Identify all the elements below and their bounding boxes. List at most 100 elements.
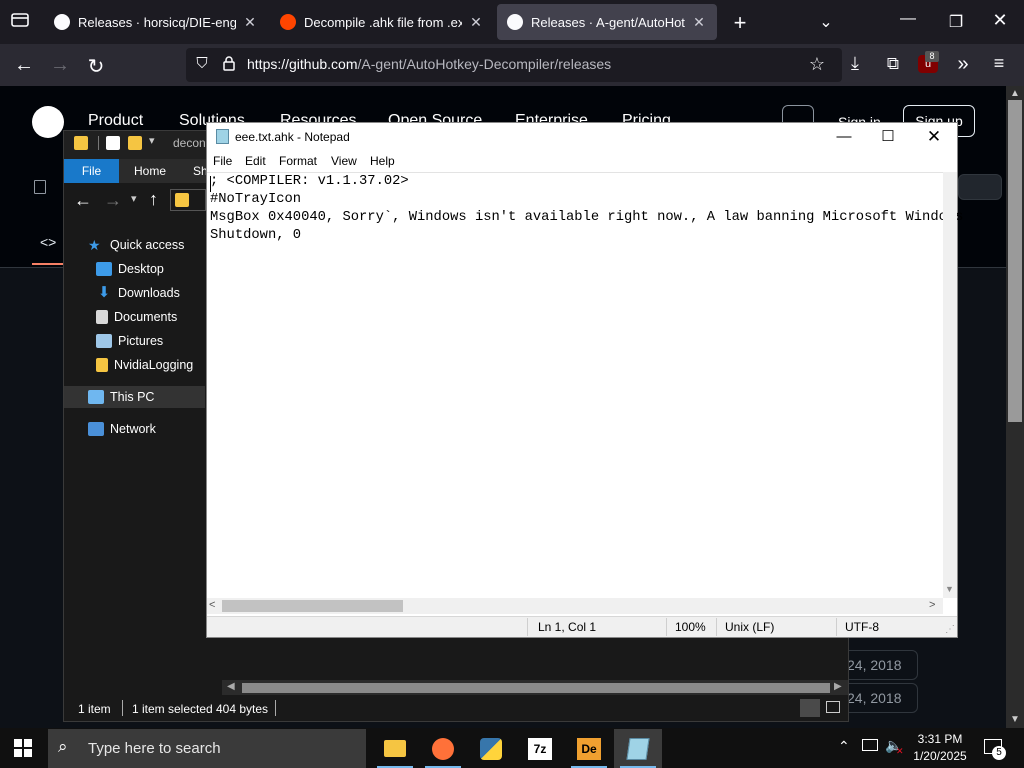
menu-format[interactable]: Format [279, 154, 317, 168]
tab-title: Decompile .ahk file from .exe : r [304, 14, 462, 30]
notepad-close-icon[interactable]: ✕ [911, 123, 957, 151]
scroll-down-arrow-icon[interactable]: ▼ [1010, 714, 1020, 725]
taskbar-python[interactable] [467, 729, 515, 768]
browser-tab-active[interactable]: Releases · A-gent/AutoHotkey-D ✕ [497, 4, 717, 40]
firefox-view-icon[interactable] [8, 12, 32, 33]
scroll-left-arrow-icon[interactable]: < [209, 599, 215, 611]
firefox-icon [432, 737, 454, 760]
restore-icon[interactable]: ❐ [944, 12, 968, 32]
github-logo-icon[interactable] [32, 106, 64, 138]
nav-item-network[interactable]: Network [88, 418, 156, 440]
page-scrollbar-thumb[interactable] [1008, 100, 1022, 422]
nav-item-quick-access[interactable]: ★ Quick access [88, 234, 184, 256]
nav-item-desktop[interactable]: Desktop [96, 258, 164, 280]
notepad-title: eee.txt.ahk - Notepad [235, 130, 350, 144]
lock-icon[interactable] [220, 55, 238, 76]
menu-help[interactable]: Help [370, 154, 395, 168]
taskbar-7zip[interactable]: 7z [516, 729, 564, 768]
resize-grip-icon[interactable]: ⋰ [945, 624, 955, 635]
taskbar-detect-it-easy[interactable]: De [565, 729, 613, 768]
explorer-up-icon[interactable]: ↑ [149, 189, 158, 210]
menu-file[interactable]: File [213, 154, 232, 168]
search-icon: ⌕ [58, 737, 68, 756]
nav-product[interactable]: Product [88, 112, 143, 130]
close-tab-icon[interactable]: ✕ [468, 14, 484, 31]
scroll-up-arrow-icon[interactable]: ▲ [1010, 88, 1020, 99]
new-tab-icon[interactable]: + [728, 10, 752, 36]
nav-item-this-pc[interactable]: This PC [88, 386, 154, 408]
taskbar-clock[interactable]: 3:31 PM 1/20/2025 [904, 731, 976, 765]
large-icons-view-icon[interactable] [826, 701, 840, 713]
taskbar-search-box[interactable]: ⌕ Type here to search [48, 729, 366, 768]
recent-locations-icon[interactable]: ▾ [131, 192, 137, 205]
clock-time: 3:31 PM [917, 732, 963, 746]
url-text[interactable]: https://github.com/A-gent/AutoHotkey-Dec… [247, 56, 611, 72]
status-size: 404 bytes [216, 702, 269, 716]
taskbar-file-explorer[interactable] [371, 729, 419, 768]
scroll-right-arrow-icon[interactable]: ▶ [834, 681, 842, 692]
quick-access-dropdown-icon[interactable]: ▾ [149, 134, 155, 147]
explorer-forward-icon[interactable]: → [104, 190, 122, 211]
taskbar-firefox[interactable] [419, 729, 467, 768]
start-windows-icon[interactable] [14, 739, 32, 762]
nav-item-label: Downloads [118, 286, 180, 300]
new-folder-icon[interactable] [128, 136, 142, 150]
nav-item-documents[interactable]: Documents [96, 306, 177, 328]
notepad-vertical-scrollbar[interactable] [943, 172, 957, 598]
divider [122, 700, 123, 716]
status-encoding: UTF-8 [845, 620, 879, 634]
nav-item-pictures[interactable]: Pictures [96, 330, 163, 352]
notepad-maximize-icon[interactable]: ☐ [865, 123, 911, 151]
close-tab-icon[interactable]: ✕ [691, 14, 707, 31]
reload-icon[interactable]: ↻ [84, 54, 108, 79]
repo-icon [34, 180, 46, 194]
explorer-address-bar[interactable] [170, 189, 206, 211]
nav-item-nvidialogging[interactable]: NvidiaLogging [96, 354, 193, 376]
tray-overflow-chevron-icon[interactable]: ⌃ [838, 738, 850, 755]
explorer-scrollbar-thumb[interactable] [242, 683, 830, 693]
back-icon[interactable]: ← [12, 54, 36, 77]
close-tab-icon[interactable]: ✕ [242, 14, 258, 31]
scroll-right-arrow-icon[interactable]: > [929, 599, 935, 611]
scroll-left-arrow-icon[interactable]: ◀ [227, 681, 235, 692]
nav-item-label: Quick access [110, 238, 185, 252]
scroll-down-arrow-icon[interactable]: ▼ [945, 584, 954, 594]
status-line-ending: Unix (LF) [725, 620, 775, 634]
close-window-icon[interactable]: ✕ [988, 10, 1012, 31]
ribbon-home-tab[interactable]: Home [134, 164, 166, 178]
forward-icon[interactable]: → [48, 54, 72, 77]
clock-date: 1/20/2025 [913, 749, 967, 763]
divider [275, 700, 276, 716]
tab-list-chevron-icon[interactable]: ⌄ [814, 12, 838, 32]
status-item-count: 1 item [78, 702, 111, 716]
taskbar-notepad[interactable] [614, 729, 662, 768]
notepad-app-icon [216, 129, 229, 144]
code-tab-icon[interactable]: <> [40, 234, 56, 250]
menu-hamburger-icon[interactable]: ≡ [988, 53, 1010, 74]
explorer-back-icon[interactable]: ← [74, 190, 92, 211]
notepad-text-area[interactable] [207, 172, 943, 598]
github-favicon-icon [507, 14, 523, 30]
details-view-icon[interactable] [800, 699, 820, 717]
downloads-icon[interactable]: ⤓ [844, 53, 866, 74]
notepad-scrollbar-thumb[interactable] [222, 600, 403, 612]
browser-tab[interactable]: Releases · horsicq/DIE-engine ✕ [44, 4, 268, 40]
status-zoom: 100% [675, 620, 706, 634]
nav-item-downloads[interactable]: ⬇ Downloads [96, 282, 180, 304]
minimize-icon[interactable]: — [896, 10, 920, 28]
notepad-minimize-icon[interactable]: — [821, 123, 867, 151]
ribbon-file-tab[interactable]: File [64, 159, 119, 183]
menu-edit[interactable]: Edit [245, 154, 266, 168]
menu-view[interactable]: View [331, 154, 357, 168]
shield-icon[interactable]: ⛉ [192, 55, 212, 72]
extensions-icon[interactable]: ⧉ [882, 54, 904, 74]
folder-icon [175, 193, 189, 207]
github-favicon-icon [54, 14, 70, 30]
network-tray-icon[interactable] [862, 739, 878, 751]
repo-action-button[interactable] [958, 174, 1002, 200]
browser-tab[interactable]: Decompile .ahk file from .exe : r ✕ [270, 4, 494, 40]
text-line: #NoTrayIcon [210, 192, 302, 207]
overflow-chevron-icon[interactable]: » [952, 53, 974, 76]
bookmark-star-icon[interactable]: ☆ [806, 54, 828, 75]
properties-icon[interactable] [106, 136, 120, 150]
